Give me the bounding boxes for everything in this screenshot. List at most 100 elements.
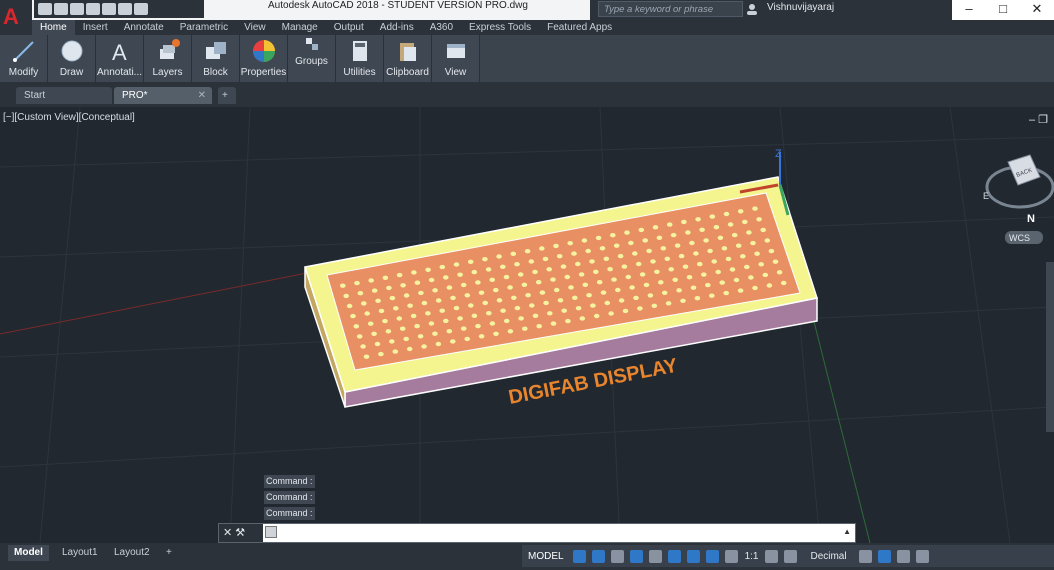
panel-label: View — [444, 67, 467, 78]
status-bar: Model Layout1 Layout2 + MODEL 1:1 Decima… — [0, 543, 1054, 570]
document-tabs: Start PRO* ✕ + — [0, 82, 1054, 107]
tab-a360[interactable]: A360 — [422, 20, 461, 35]
led-dot — [343, 293, 350, 299]
command-prompt-icon[interactable] — [265, 526, 277, 538]
led-dot — [613, 243, 620, 248]
tab-manage[interactable]: Manage — [274, 20, 326, 35]
viewport-controls-label[interactable]: [−][Custom View][Conceptual] — [3, 112, 135, 123]
save-icon[interactable] — [70, 3, 84, 15]
tab-express-tools[interactable]: Express Tools — [461, 20, 539, 35]
autoscale-icon[interactable] — [724, 549, 738, 563]
properties-panel-button[interactable]: Properties — [240, 35, 288, 82]
clean-screen-icon[interactable] — [896, 549, 910, 563]
minimize-button[interactable]: – — [952, 0, 986, 20]
annotation-panel-button[interactable]: A Annotati... — [96, 35, 144, 82]
led-dot — [446, 285, 453, 290]
led-dot — [478, 290, 485, 295]
maximize-button[interactable]: □ — [986, 0, 1020, 20]
led-dot — [656, 235, 663, 240]
title-bar: Autodesk AutoCAD 2018 - STUDENT VERSION … — [0, 0, 1054, 20]
led-dot — [686, 275, 693, 280]
polar-tracking-icon[interactable] — [629, 549, 643, 563]
tab-add-ins[interactable]: Add-ins — [372, 20, 422, 35]
command-history-dropdown-icon[interactable]: ▲ — [843, 527, 851, 536]
view-panel-button[interactable]: View — [432, 35, 480, 82]
layers-panel-button[interactable]: Layers — [144, 35, 192, 82]
led-dot — [464, 293, 471, 298]
led-dot — [432, 288, 438, 293]
3d-osnap-icon[interactable] — [686, 549, 700, 563]
new-file-icon[interactable] — [38, 3, 52, 15]
drawing-canvas[interactable]: Z DIGIFAB DISPLAY BACK E N WCS — [0, 107, 1054, 543]
tab-pro-drawing[interactable]: PRO* ✕ — [114, 87, 212, 104]
undo-icon[interactable] — [118, 3, 132, 15]
navigation-bar[interactable] — [1046, 262, 1054, 432]
led-dot — [746, 230, 752, 235]
command-line[interactable]: ✕ ⚒ ▲ — [218, 523, 856, 543]
led-dot — [406, 346, 413, 352]
led-dot — [629, 285, 635, 290]
led-dot — [403, 293, 410, 298]
print-icon[interactable] — [102, 3, 116, 15]
redo-icon[interactable] — [134, 3, 148, 15]
led-dot — [740, 254, 746, 259]
draw-panel-button[interactable]: Draw — [48, 35, 96, 82]
led-dot — [748, 275, 754, 280]
application-menu-button[interactable]: A — [0, 0, 32, 36]
save-as-icon[interactable] — [86, 3, 100, 15]
tab-start[interactable]: Start — [16, 87, 112, 104]
led-dot — [654, 269, 660, 274]
isodraft-icon[interactable] — [648, 549, 662, 563]
close-tab-icon[interactable]: ✕ — [198, 87, 206, 104]
led-dot — [701, 272, 707, 277]
open-file-icon[interactable] — [54, 3, 68, 15]
new-tab-button[interactable]: + — [218, 87, 236, 104]
modify-panel-button[interactable]: Modify — [0, 35, 48, 82]
led-dot — [578, 272, 585, 277]
tab-layout2[interactable]: Layout2 — [108, 545, 156, 561]
customize-wrench-icon[interactable]: ⚒ — [235, 527, 245, 539]
object-snap-icon[interactable] — [667, 549, 681, 563]
workspace-gear-icon[interactable] — [765, 549, 779, 563]
annotation-monitor-icon[interactable] — [784, 549, 798, 563]
tab-featured-apps[interactable]: Featured Apps — [539, 20, 620, 35]
led-dot — [672, 277, 678, 282]
close-command-icon[interactable]: ✕ — [223, 527, 232, 539]
tab-model[interactable]: Model — [8, 545, 49, 561]
clipboard-panel-button[interactable]: Clipboard — [384, 35, 432, 82]
viewport-window-controls[interactable]: – ❐ — [1029, 113, 1048, 126]
isolate-objects-icon[interactable] — [877, 549, 891, 563]
tab-home[interactable]: Home — [32, 20, 75, 35]
tab-output[interactable]: Output — [326, 20, 372, 35]
utilities-panel-button[interactable]: Utilities — [336, 35, 384, 82]
viewcube[interactable]: BACK E N — [983, 154, 1054, 225]
close-button[interactable]: ✕ — [1020, 0, 1054, 20]
block-panel-button[interactable]: Block — [192, 35, 240, 82]
snap-icon[interactable] — [591, 549, 605, 563]
led-dot — [764, 238, 771, 243]
panel-label: Utilities — [343, 67, 376, 78]
grid-icon[interactable] — [572, 549, 586, 563]
search-input[interactable]: Type a keyword or phrase — [598, 1, 743, 17]
compass-n-label: N — [1027, 213, 1035, 225]
groups-panel-button[interactable]: Groups — [288, 35, 336, 82]
model-space-button[interactable]: MODEL — [522, 551, 570, 562]
tab-insert[interactable]: Insert — [75, 20, 116, 35]
tab-annotate[interactable]: Annotate — [116, 20, 172, 35]
annotation-scale[interactable]: 1:1 — [745, 551, 759, 562]
led-dot — [514, 305, 521, 311]
tab-view[interactable]: View — [236, 20, 274, 35]
drawing-viewport[interactable]: Z DIGIFAB DISPLAY BACK E N WCS [−][Custo… — [0, 107, 1054, 543]
led-dot — [503, 318, 510, 324]
customization-menu-icon[interactable] — [915, 549, 929, 563]
quick-properties-icon[interactable] — [858, 549, 872, 563]
add-layout-button[interactable]: + — [160, 545, 178, 561]
user-icon[interactable] — [745, 3, 759, 15]
tab-parametric[interactable]: Parametric — [172, 20, 236, 35]
autocad-logo-letter: A — [3, 4, 19, 29]
ortho-icon[interactable] — [610, 549, 624, 563]
user-name[interactable]: Vishnuvijayaraj — [767, 2, 834, 13]
tab-layout1[interactable]: Layout1 — [56, 545, 104, 561]
units-dropdown[interactable]: Decimal — [810, 551, 846, 562]
annotation-visibility-icon[interactable] — [705, 549, 719, 563]
